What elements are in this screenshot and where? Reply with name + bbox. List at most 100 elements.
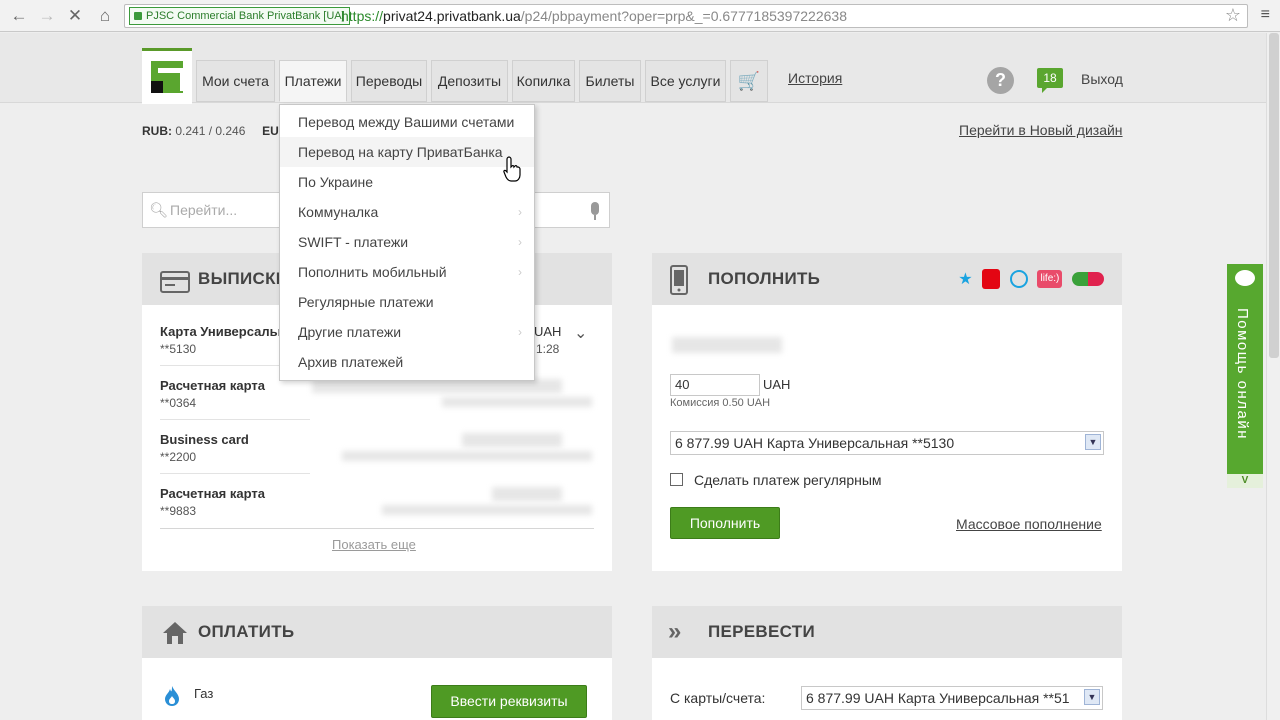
menu-item-transfer-between-accounts[interactable]: Перевод между Вашими счетами <box>280 107 534 137</box>
home-icon[interactable]: ⌂ <box>94 5 116 27</box>
account-time: 1:28 <box>536 342 560 356</box>
account-number: **2200 <box>160 450 197 464</box>
regular-payment-checkbox[interactable] <box>670 473 683 486</box>
tab-all-services[interactable]: Все услуги <box>645 60 726 102</box>
blurred-date <box>382 505 592 515</box>
page-scrollbar[interactable] <box>1266 33 1280 720</box>
menu-item-label: Архив платежей <box>298 354 404 370</box>
commission-text: Комиссия 0.50 UAH <box>670 397 771 409</box>
logout-link[interactable]: Выход <box>1081 71 1123 87</box>
new-design-link[interactable]: Перейти в Новый дизайн <box>959 122 1123 138</box>
browser-menu-icon[interactable]: ≡ <box>1261 6 1270 24</box>
show-more-link[interactable]: Показать еще <box>332 537 416 552</box>
blurred-phone-number <box>672 337 782 353</box>
operator-logos: ★ life:) <box>952 269 1104 289</box>
from-card-label: С карты/счета: <box>670 690 766 706</box>
topup-button[interactable]: Пополнить <box>670 507 780 539</box>
privatbank-logo[interactable] <box>142 48 192 104</box>
history-link[interactable]: История <box>788 70 842 86</box>
payments-dropdown-menu: Перевод между Вашими счетами Перевод на … <box>279 104 535 381</box>
tab-tickets[interactable]: Билеты <box>579 60 641 102</box>
trimob-logo-icon[interactable] <box>1072 272 1104 286</box>
scrollbar-thumb[interactable] <box>1269 33 1279 358</box>
topup-title: ПОПОЛНИТЬ <box>708 269 821 288</box>
tab-transfers[interactable]: Переводы <box>351 60 427 102</box>
account-name[interactable]: Business card <box>160 432 249 447</box>
browser-toolbar: ← → ✕ ⌂ PJSC Commercial Bank PrivatBank … <box>0 0 1280 32</box>
menu-item-swift[interactable]: SWIFT - платежи › <box>280 227 534 257</box>
menu-item-label: Другие платежи <box>298 324 402 340</box>
ev-certificate-badge[interactable]: PJSC Commercial Bank PrivatBank [UA] <box>129 7 350 25</box>
account-name[interactable]: Расчетная карта <box>160 486 265 501</box>
menu-item-label: SWIFT - платежи <box>298 234 409 250</box>
search-icon: 🔍︎ <box>149 202 169 219</box>
help-online-tab[interactable]: Помощь онлайн V <box>1227 264 1263 488</box>
url-text[interactable]: https://privat24.privatbank.ua/p24/pbpay… <box>341 8 847 24</box>
bookmark-star-icon[interactable]: ☆ <box>1225 5 1241 26</box>
forward-icon[interactable]: → <box>36 5 58 27</box>
account-number: **9883 <box>160 504 197 518</box>
microphone-icon[interactable] <box>591 202 599 220</box>
vodafone-logo-icon[interactable] <box>982 269 1001 289</box>
enter-details-button[interactable]: Ввести реквизиты <box>431 685 587 718</box>
transfer-title: ПЕРЕВЕСТИ <box>708 622 816 641</box>
intertelecom-logo-icon[interactable] <box>1009 270 1028 288</box>
blurred-balance <box>462 433 562 447</box>
life-logo[interactable]: life:) <box>1037 270 1063 288</box>
mobile-phone-icon <box>670 265 688 295</box>
card-icon <box>160 271 190 293</box>
menu-item-mobile-topup[interactable]: Пополнить мобильный › <box>280 257 534 287</box>
pay-title: ОПЛАТИТЬ <box>198 622 295 641</box>
help-icon[interactable]: ? <box>987 67 1014 94</box>
tab-deposits[interactable]: Депозиты <box>431 60 508 102</box>
gas-label[interactable]: Газ <box>194 686 213 701</box>
help-online-label: Помощь онлайн <box>1234 308 1251 440</box>
blurred-date <box>342 451 592 461</box>
chevron-down-icon[interactable]: ⌄ <box>574 323 587 343</box>
transfer-card-select-value: 6 877.99 UAH Карта Универсальная **51 <box>806 690 1070 706</box>
tab-piggy-bank[interactable]: Копилка <box>512 60 575 102</box>
menu-item-ukraine[interactable]: По Украине <box>280 167 534 197</box>
rate-rub-value: 0.241 / 0.246 <box>175 124 246 138</box>
menu-item-label: По Украине <box>298 174 374 190</box>
menu-item-regular-payments[interactable]: Регулярные платежи <box>280 287 534 317</box>
logo-mark-icon <box>151 61 185 93</box>
kyivstar-star-icon[interactable]: ★ <box>958 269 972 289</box>
address-bar[interactable]: PJSC Commercial Bank PrivatBank [UA] htt… <box>124 4 1248 28</box>
menu-item-utilities[interactable]: Коммуналка › <box>280 197 534 227</box>
menu-item-label: Регулярные платежи <box>298 294 434 310</box>
menu-item-transfer-to-privatbank-card[interactable]: Перевод на карту ПриватБанка <box>280 137 534 167</box>
transfer-panel: » ПЕРЕВЕСТИ С карты/счета: 6 877.99 UAH … <box>652 606 1122 720</box>
account-number: **5130 <box>160 342 197 356</box>
help-online-collapse[interactable]: V <box>1227 474 1263 488</box>
chevron-down-icon[interactable]: ▼ <box>1084 689 1100 705</box>
tab-my-accounts[interactable]: Мои счета <box>196 60 275 102</box>
account-name[interactable]: Расчетная карта <box>160 378 265 393</box>
divider <box>160 528 594 529</box>
url-path: /p24/pbpayment?oper=prp&_=0.677718539722… <box>520 8 847 24</box>
chevron-right-icon: › <box>518 265 522 279</box>
cart-icon[interactable]: 🛒 <box>730 60 768 102</box>
menu-item-payments-archive[interactable]: Архив платежей <box>280 347 534 377</box>
tab-payments[interactable]: Платежи <box>279 60 347 102</box>
mass-topup-link[interactable]: Массовое пополнение <box>956 516 1102 532</box>
account-currency: UAH <box>534 324 562 339</box>
transfer-card-select[interactable]: 6 877.99 UAH Карта Универсальная **51 ▼ <box>801 686 1103 710</box>
chevron-right-icon: › <box>518 205 522 219</box>
menu-item-other-payments[interactable]: Другие платежи › <box>280 317 534 347</box>
messages-badge[interactable]: 18 <box>1037 68 1063 93</box>
stop-loading-icon[interactable]: ✕ <box>64 5 86 27</box>
back-icon[interactable]: ← <box>8 5 30 27</box>
blurred-balance <box>492 487 562 501</box>
topup-panel: ПОПОЛНИТЬ ★ life:) 40 UAH Комиссия 0.50 … <box>652 253 1122 571</box>
chevron-down-icon[interactable]: ▼ <box>1085 434 1101 450</box>
amount-input[interactable]: 40 <box>670 374 760 396</box>
card-select-value: 6 877.99 UAH Карта Универсальная **5130 <box>675 435 955 451</box>
divider <box>160 473 310 474</box>
search-placeholder: Перейти... <box>170 202 238 218</box>
divider <box>160 419 310 420</box>
gas-flame-icon <box>165 686 179 706</box>
card-select[interactable]: 6 877.99 UAH Карта Универсальная **5130 … <box>670 431 1104 455</box>
rate-eur-label: EU <box>262 124 279 138</box>
url-scheme: https:// <box>341 8 384 24</box>
